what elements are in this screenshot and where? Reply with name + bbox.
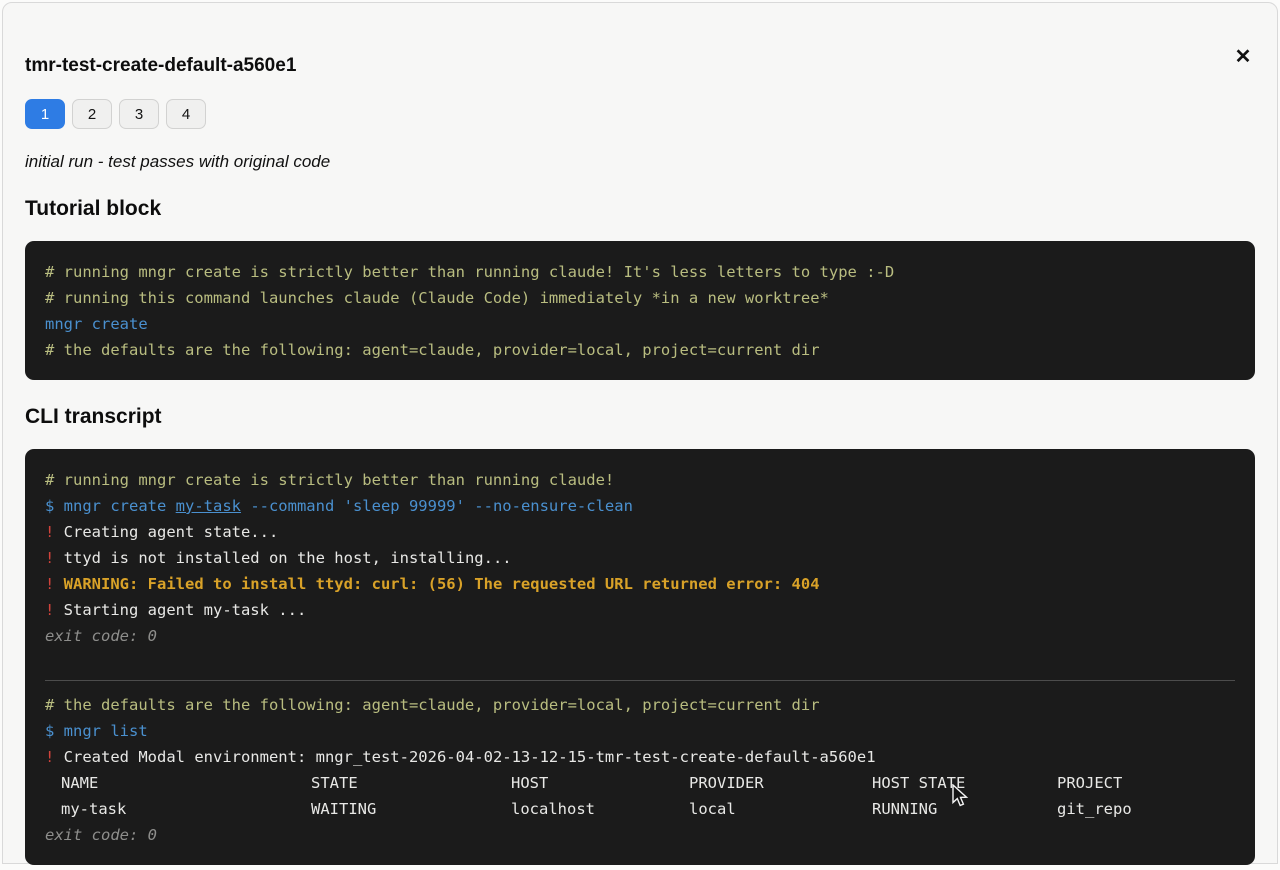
tutorial-line: # the defaults are the following: agent=… — [45, 341, 820, 359]
cli-command: $ mngr list — [45, 722, 148, 740]
close-icon[interactable]: ✕ — [1229, 43, 1257, 71]
cell-project: git_repo — [1057, 800, 1132, 818]
warning-text: WARNING: Failed to install ttyd: curl: (… — [54, 575, 820, 593]
bang-icon: ! — [45, 601, 55, 619]
tutorial-heading: Tutorial block — [25, 197, 162, 220]
cli-comment: # running mngr create is strictly better… — [45, 471, 615, 489]
col-header-provider: PROVIDER — [689, 774, 764, 792]
cell-provider: local — [689, 800, 736, 818]
cmd-text: $ mngr create — [45, 497, 176, 515]
bang-icon: ! — [45, 575, 55, 593]
info-text: Creating agent state... — [54, 523, 279, 541]
info-text: ttyd is not installed on the host, insta… — [54, 549, 512, 567]
col-header-state: STATE — [311, 774, 358, 792]
page-button-2[interactable]: 2 — [72, 99, 112, 129]
cell-name: my-task — [61, 800, 127, 818]
page-button-3[interactable]: 3 — [119, 99, 159, 129]
cmd-text: --command 'sleep 99999' --no-ensure-clea… — [240, 497, 633, 515]
cell-state: WAITING — [311, 800, 377, 818]
tutorial-command: mngr create — [45, 315, 148, 333]
col-header-host: HOST — [511, 774, 549, 792]
cli-info-line: ! Starting agent my-task ... — [45, 597, 1235, 623]
cli-info-line: ! Created Modal environment: mngr_test-2… — [45, 744, 1235, 770]
run-note: initial run - test passes with original … — [25, 152, 331, 171]
cli-command: $ mngr create my-task --command 'sleep 9… — [45, 493, 1235, 519]
tutorial-code-block: # running mngr create is strictly better… — [25, 241, 1255, 380]
cell-host: localhost — [511, 800, 595, 818]
info-text: Created Modal environment: mngr_test-202… — [54, 748, 876, 766]
page-button-1[interactable]: 1 — [25, 99, 65, 129]
exit-code-line: exit code: 0 — [45, 627, 157, 645]
page-button-4[interactable]: 4 — [166, 99, 206, 129]
table-row: my-task WAITING localhost local RUNNING git_r… — [45, 796, 1235, 822]
bang-icon: ! — [45, 523, 55, 541]
bang-icon: ! — [45, 748, 55, 766]
cli-transcript-heading: CLI transcript — [25, 405, 162, 428]
col-header-name: NAME — [61, 774, 99, 792]
cli-transcript-block: # running mngr create is strictly better… — [25, 449, 1255, 865]
tutorial-line: # running this command launches claude (… — [45, 289, 829, 307]
tutorial-line: # running mngr create is strictly better… — [45, 263, 895, 281]
page-title: tmr-test-create-default-a560e1 — [25, 55, 297, 76]
col-header-project: PROJECT — [1057, 774, 1123, 792]
test-report-modal: ✕ tmr-test-create-default-a560e1 1 2 3 4… — [2, 2, 1278, 865]
cli-warning-line: ! WARNING: Failed to install ttyd: curl:… — [45, 571, 1235, 597]
mouse-cursor — [952, 784, 969, 807]
transcript-divider — [45, 680, 1235, 681]
pagination: 1 2 3 4 — [25, 99, 1255, 129]
bang-icon: ! — [45, 549, 55, 567]
cli-info-line: ! Creating agent state... — [45, 519, 1235, 545]
table-header-row: NAME STATE HOST PROVIDER HOST STATE PROJECT — [45, 770, 1235, 796]
cli-comment: # the defaults are the following: agent=… — [45, 696, 820, 714]
task-link[interactable]: my-task — [176, 497, 241, 515]
cli-info-line: ! ttyd is not installed on the host, ins… — [45, 545, 1235, 571]
exit-code-line: exit code: 0 — [45, 826, 157, 844]
info-text: Starting agent my-task ... — [54, 601, 307, 619]
